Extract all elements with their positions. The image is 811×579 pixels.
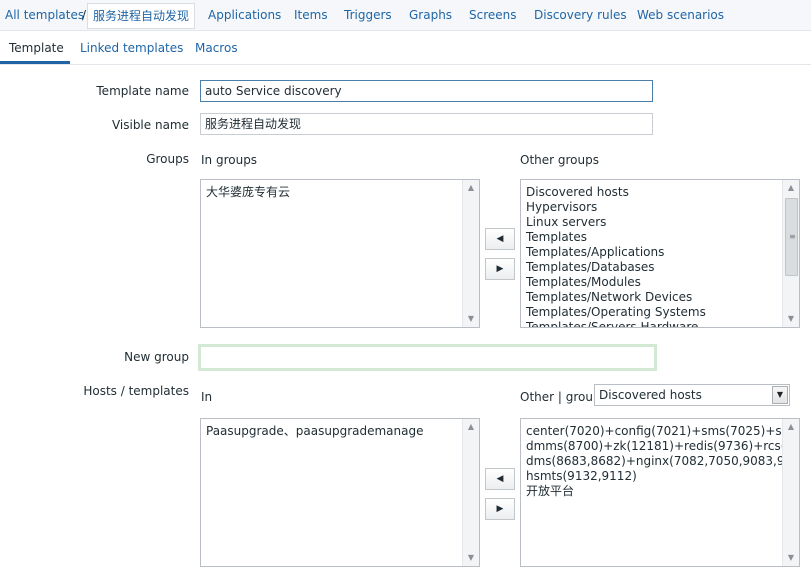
other-group-option[interactable]: Templates/Databases [526,260,781,275]
arrow-right-icon: ▶ [496,264,504,274]
other-group-option[interactable]: Templates/Servers Hardware [526,320,781,327]
new-group-input[interactable] [198,344,657,371]
other-group-option[interactable]: Discovered hosts [526,185,781,200]
other-group-option[interactable]: Templates [526,230,781,245]
other-group-selected-value: Discovered hosts [599,388,702,402]
nav-web-scenarios[interactable]: Web scenarios [637,7,724,23]
other-host-option[interactable]: center(7020)+config(7021)+sms(7025)+sgs(… [526,424,783,439]
in-hosts-scrollbar[interactable]: ▲ ▼ [462,419,479,566]
tab-template[interactable]: Template [9,40,64,56]
move-group-right-button[interactable]: ▶ [485,258,515,280]
scroll-thumb[interactable]: ≡ [785,198,798,276]
active-tab-indicator [0,61,70,64]
move-host-right-button[interactable]: ▶ [485,498,515,520]
other-groups-caption: Other groups [520,153,599,167]
other-group-option[interactable]: Hypervisors [526,200,781,215]
scroll-down-icon[interactable]: ▼ [463,550,479,566]
scroll-up-icon[interactable]: ▲ [783,419,799,435]
in-group-option[interactable]: 大华婆庞专有云 [206,185,461,200]
nav-discovery-rules[interactable]: Discovery rules [534,7,627,23]
nav-items[interactable]: Items [294,7,328,23]
move-host-left-button[interactable]: ◀ [485,468,515,490]
other-group-select[interactable]: Discovered hosts ▼ [594,384,790,406]
in-groups-caption: In groups [201,153,258,167]
nav-applications[interactable]: Applications [208,7,281,23]
in-groups-scrollbar[interactable]: ▲ ▼ [462,180,479,327]
in-hosts-listbox[interactable]: Paasupgrade、paasupgrademanage ▲ ▼ [200,418,480,567]
breadcrumb-separator: / [82,8,87,22]
visible-name-input[interactable]: 服务进程自动发现 [200,113,653,135]
other-group-caption: Other | group [520,390,601,404]
nav-screens[interactable]: Screens [469,7,517,23]
scroll-down-icon[interactable]: ▼ [463,311,479,327]
breadcrumb-all-templates[interactable]: All templates [5,7,84,23]
nav-graphs[interactable]: Graphs [409,7,452,23]
groups-label: Groups [146,152,189,166]
hosts-templates-label: Hosts / templates [83,384,189,398]
scroll-up-icon[interactable]: ▲ [463,419,479,435]
in-hosts-caption: In [201,390,213,404]
visible-name-label: Visible name [111,118,189,132]
other-hosts-scrollbar[interactable]: ▲ ▼ [782,419,799,566]
other-hosts-listbox[interactable]: center(7020)+config(7021)+sms(7025)+sgs(… [520,418,800,567]
tab-macros[interactable]: Macros [195,40,238,56]
scroll-down-icon[interactable]: ▼ [783,311,799,327]
other-group-option[interactable]: Templates/Operating Systems [526,305,781,320]
move-group-left-button[interactable]: ◀ [485,228,515,250]
other-groups-scrollbar[interactable]: ▲ ≡ ▼ [782,180,799,327]
scroll-up-icon[interactable]: ▲ [463,180,479,196]
template-name-input[interactable]: auto Service discovery [200,80,653,102]
scroll-up-icon[interactable]: ▲ [783,180,799,196]
scroll-down-icon[interactable]: ▼ [783,550,799,566]
in-host-option[interactable]: Paasupgrade、paasupgrademanage [206,424,461,439]
other-host-option[interactable]: hsmts(9132,9112) [526,469,783,484]
form-tabs: Template Linked templates Macros [0,34,811,65]
grip-icon: ≡ [789,232,796,241]
other-group-option[interactable]: Templates/Applications [526,245,781,260]
new-group-label: New group [124,350,189,364]
arrow-right-icon: ▶ [496,504,504,514]
nav-triggers[interactable]: Triggers [344,7,392,23]
other-host-option[interactable]: dmms(8700)+zk(12181)+redis(9736)+rcs(800… [526,439,783,454]
top-navigation: All templates / 服务进程自动发现 Applications It… [0,0,811,31]
in-groups-listbox[interactable]: 大华婆庞专有云 ▲ ▼ [200,179,480,328]
other-host-option[interactable]: dms(8683,8682)+nginx(7082,7050,9083,9084… [526,454,783,469]
other-groups-listbox[interactable]: Discovered hosts Hypervisors Linux serve… [520,179,800,328]
arrow-left-icon: ◀ [496,474,504,484]
other-group-option[interactable]: Templates/Network Devices [526,290,781,305]
arrow-left-icon: ◀ [496,234,504,244]
breadcrumb-current-template[interactable]: 服务进程自动发现 [87,3,196,29]
template-name-label: Template name [96,84,189,98]
other-group-option[interactable]: Templates/Modules [526,275,781,290]
chevron-down-icon[interactable]: ▼ [772,386,788,404]
other-host-option[interactable]: 开放平台 [526,484,783,499]
tab-linked-templates[interactable]: Linked templates [80,40,183,56]
other-group-option[interactable]: Linux servers [526,215,781,230]
